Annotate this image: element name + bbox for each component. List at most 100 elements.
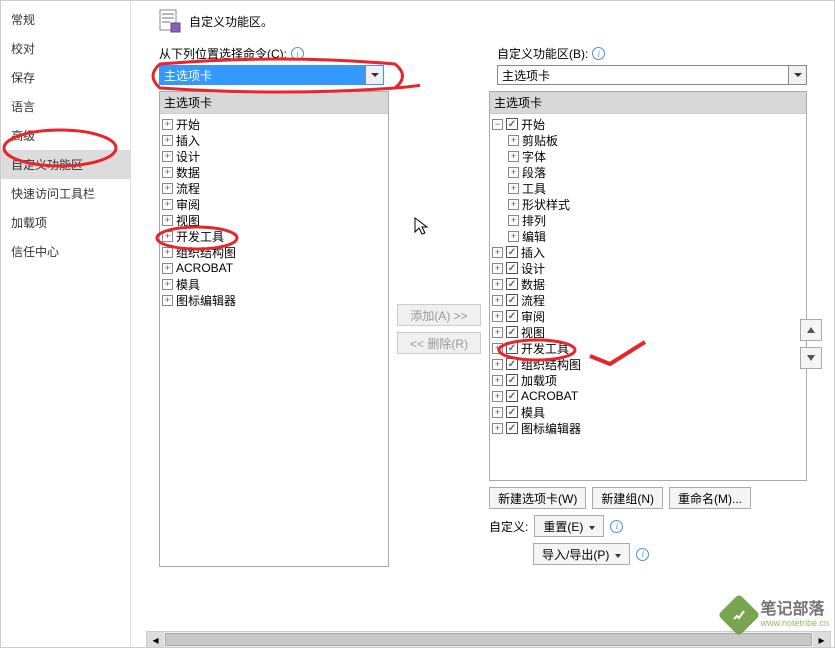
expand-icon[interactable] bbox=[492, 359, 503, 370]
move-up-button[interactable] bbox=[800, 319, 822, 341]
choose-commands-dropdown[interactable]: 主选项卡 bbox=[159, 65, 384, 85]
new-tab-button[interactable]: 新建选项卡(W) bbox=[489, 487, 586, 509]
expand-icon[interactable] bbox=[162, 215, 173, 226]
tree-subitem-paragraph[interactable]: 段落 bbox=[490, 164, 806, 180]
tree-subitem-shapestyle[interactable]: 形状样式 bbox=[490, 196, 806, 212]
expand-icon[interactable] bbox=[508, 199, 519, 210]
nav-proofing[interactable]: 校对 bbox=[1, 34, 130, 63]
tree-subitem-font[interactable]: 字体 bbox=[490, 148, 806, 164]
new-group-button[interactable]: 新建组(N) bbox=[592, 487, 663, 509]
expand-icon[interactable] bbox=[162, 295, 173, 306]
tree-item-design[interactable]: 设计 bbox=[490, 260, 806, 276]
tree-item-design[interactable]: 设计 bbox=[160, 148, 388, 164]
expand-icon[interactable] bbox=[492, 327, 503, 338]
expand-icon[interactable] bbox=[492, 423, 503, 434]
tree-item-acrobat[interactable]: ACROBAT bbox=[490, 388, 806, 404]
nav-addins[interactable]: 加载项 bbox=[1, 208, 130, 237]
expand-icon[interactable] bbox=[492, 279, 503, 290]
nav-general[interactable]: 常规 bbox=[1, 5, 130, 34]
expand-icon[interactable] bbox=[508, 183, 519, 194]
nav-quick-access[interactable]: 快速访问工具栏 bbox=[1, 179, 130, 208]
tree-item-developer[interactable]: 开发工具 bbox=[490, 340, 806, 356]
tree-item-stencil[interactable]: 模具 bbox=[160, 276, 388, 292]
tree-item-acrobat[interactable]: ACROBAT bbox=[160, 260, 388, 276]
checkbox[interactable] bbox=[506, 358, 518, 370]
rename-button[interactable]: 重命名(M)... bbox=[669, 487, 751, 509]
tree-item-iconeditor[interactable]: 图标编辑器 bbox=[490, 420, 806, 436]
tree-item-review[interactable]: 审阅 bbox=[490, 308, 806, 324]
expand-icon[interactable] bbox=[162, 279, 173, 290]
expand-icon[interactable] bbox=[162, 263, 173, 274]
nav-language[interactable]: 语言 bbox=[1, 92, 130, 121]
checkbox[interactable] bbox=[506, 278, 518, 290]
expand-icon[interactable] bbox=[162, 119, 173, 130]
scroll-left-icon[interactable]: ◂ bbox=[147, 632, 164, 647]
import-export-button[interactable]: 导入/导出(P) bbox=[533, 543, 630, 565]
tree-item-start[interactable]: 开始 bbox=[490, 116, 806, 132]
tree-subitem-edit[interactable]: 编辑 bbox=[490, 228, 806, 244]
expand-icon[interactable] bbox=[492, 407, 503, 418]
checkbox[interactable] bbox=[506, 118, 518, 130]
move-down-button[interactable] bbox=[800, 347, 822, 369]
checkbox[interactable] bbox=[506, 326, 518, 338]
tree-item-process[interactable]: 流程 bbox=[490, 292, 806, 308]
expand-icon[interactable] bbox=[492, 263, 503, 274]
nav-customize-ribbon[interactable]: 自定义功能区 bbox=[1, 150, 130, 179]
ribbon-tree[interactable]: 主选项卡 开始 剪贴板 字体 段落 工具 形状样式 排列 编辑 插入 设计 数据… bbox=[489, 91, 807, 481]
expand-icon[interactable] bbox=[492, 295, 503, 306]
expand-icon[interactable] bbox=[162, 135, 173, 146]
expand-icon[interactable] bbox=[492, 343, 503, 354]
expand-icon[interactable] bbox=[492, 311, 503, 322]
tree-item-orgchart[interactable]: 组织结构图 bbox=[490, 356, 806, 372]
add-button[interactable]: 添加(A) >> bbox=[397, 304, 481, 326]
commands-tree[interactable]: 主选项卡 开始 插入 设计 数据 流程 审阅 视图 开发工具 组织结构图 ACR… bbox=[159, 91, 389, 567]
nav-save[interactable]: 保存 bbox=[1, 63, 130, 92]
tree-item-developer[interactable]: 开发工具 bbox=[160, 228, 388, 244]
expand-icon[interactable] bbox=[508, 167, 519, 178]
expand-icon[interactable] bbox=[492, 247, 503, 258]
expand-icon[interactable] bbox=[162, 199, 173, 210]
expand-icon[interactable] bbox=[492, 391, 503, 402]
expand-icon[interactable] bbox=[508, 231, 519, 242]
checkbox[interactable] bbox=[506, 262, 518, 274]
nav-advanced[interactable]: 高级 bbox=[1, 121, 130, 150]
tree-item-stencil[interactable]: 模具 bbox=[490, 404, 806, 420]
expand-icon[interactable] bbox=[162, 231, 173, 242]
expand-icon[interactable] bbox=[162, 151, 173, 162]
expand-icon[interactable] bbox=[162, 183, 173, 194]
tree-item-review[interactable]: 审阅 bbox=[160, 196, 388, 212]
checkbox[interactable] bbox=[506, 310, 518, 322]
tree-item-start[interactable]: 开始 bbox=[160, 116, 388, 132]
tree-item-view[interactable]: 视图 bbox=[160, 212, 388, 228]
tree-item-insert[interactable]: 插入 bbox=[490, 244, 806, 260]
tree-item-view[interactable]: 视图 bbox=[490, 324, 806, 340]
collapse-icon[interactable] bbox=[492, 119, 503, 130]
remove-button[interactable]: << 删除(R) bbox=[397, 332, 481, 354]
checkbox[interactable] bbox=[506, 246, 518, 258]
tree-item-addins[interactable]: 加载项 bbox=[490, 372, 806, 388]
checkbox[interactable] bbox=[506, 294, 518, 306]
tree-item-iconeditor[interactable]: 图标编辑器 bbox=[160, 292, 388, 308]
nav-trust-center[interactable]: 信任中心 bbox=[1, 237, 130, 266]
expand-icon[interactable] bbox=[162, 247, 173, 258]
checkbox[interactable] bbox=[506, 422, 518, 434]
scroll-right-icon[interactable]: ▸ bbox=[813, 632, 830, 647]
horizontal-scrollbar[interactable]: ◂ ▸ bbox=[146, 631, 831, 648]
expand-icon[interactable] bbox=[492, 375, 503, 386]
tree-item-data[interactable]: 数据 bbox=[160, 164, 388, 180]
tree-item-data[interactable]: 数据 bbox=[490, 276, 806, 292]
checkbox[interactable] bbox=[506, 390, 518, 402]
tree-subitem-arrange[interactable]: 排列 bbox=[490, 212, 806, 228]
expand-icon[interactable] bbox=[162, 167, 173, 178]
checkbox[interactable] bbox=[506, 406, 518, 418]
checkbox[interactable] bbox=[506, 342, 518, 354]
tree-subitem-clipboard[interactable]: 剪贴板 bbox=[490, 132, 806, 148]
expand-icon[interactable] bbox=[508, 151, 519, 162]
customize-ribbon-dropdown[interactable]: 主选项卡 bbox=[497, 65, 807, 85]
tree-item-process[interactable]: 流程 bbox=[160, 180, 388, 196]
expand-icon[interactable] bbox=[508, 215, 519, 226]
scroll-thumb[interactable] bbox=[165, 633, 812, 646]
tree-item-insert[interactable]: 插入 bbox=[160, 132, 388, 148]
expand-icon[interactable] bbox=[508, 135, 519, 146]
checkbox[interactable] bbox=[506, 374, 518, 386]
